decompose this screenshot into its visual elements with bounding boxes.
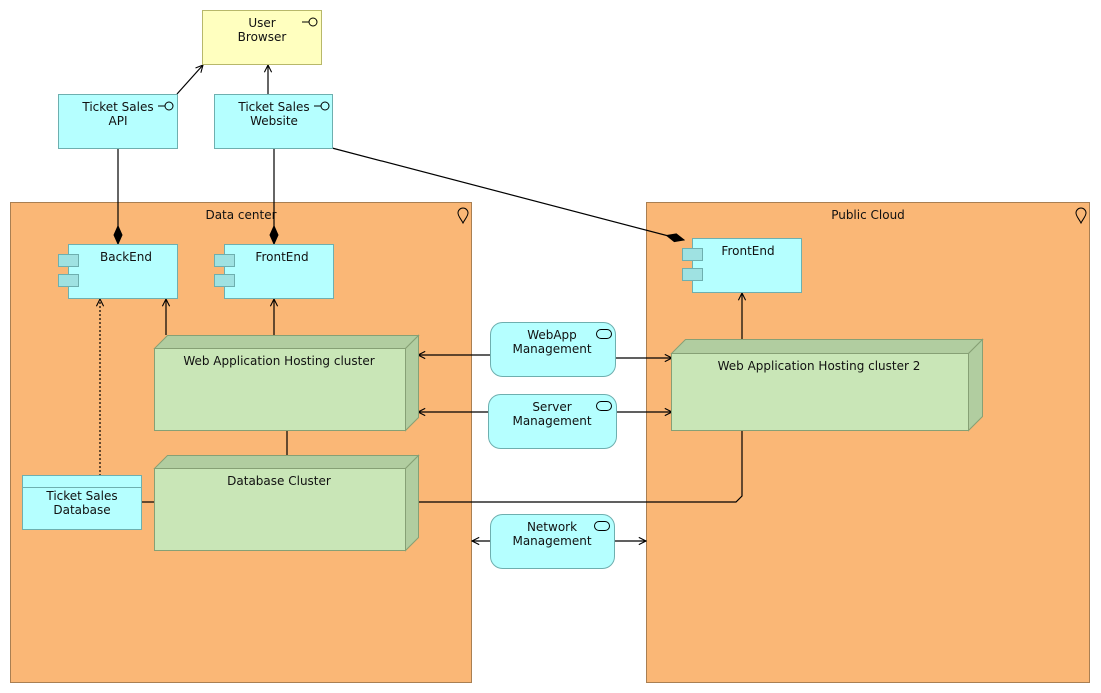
application-interface-ticket-sales-api[interactable]: Ticket Sales API [58,94,178,149]
node-web-application-hosting-cluster[interactable]: Web Application Hosting cluster [153,334,420,432]
edge-api-to-browser[interactable] [176,65,203,95]
location-data-center-label: Data center [205,208,276,222]
component-dc-frontend[interactable]: FrontEnd [214,244,334,299]
website-label-line2: Website [250,114,298,128]
webapp-mgmt-label-line2: Management [512,342,591,356]
web-cluster-label: Web Application Hosting cluster [183,354,374,368]
dc-frontend-label: FrontEnd [255,250,308,264]
architecture-diagram: Data center Public Cloud User Browser Ti… [10,10,1090,683]
technology-service-server-management[interactable]: Server Management [488,394,617,449]
api-label-line2: API [109,114,128,128]
business-interface-user-browser[interactable]: User Browser [202,10,322,65]
component-pc-frontend[interactable]: FrontEnd [682,238,802,293]
technology-service-webapp-management[interactable]: WebApp Management [490,322,616,377]
web-cluster-2-label: Web Application Hosting cluster 2 [718,359,921,373]
user-browser-label-line2: Browser [238,30,287,44]
server-mgmt-label-line1: Server [532,400,571,414]
application-interface-ticket-sales-website[interactable]: Ticket Sales Website [214,94,333,149]
ticket-db-label-line1: Ticket Sales [45,489,117,503]
website-label-line1: Ticket Sales [237,100,309,114]
node-web-application-hosting-cluster-2[interactable]: Web Application Hosting cluster 2 [670,338,984,432]
db-cluster-label: Database Cluster [227,474,331,488]
network-mgmt-label-line1: Network [527,520,577,534]
api-label-line1: Ticket Sales [81,100,153,114]
data-object-ticket-sales-database[interactable]: Ticket Sales Database [22,475,142,530]
server-mgmt-label-line2: Management [512,414,591,428]
location-public-cloud-label: Public Cloud [831,208,905,222]
user-browser-label-line1: User [248,16,275,30]
dc-backend-label: BackEnd [100,250,152,264]
ticket-db-label-line2: Database [53,503,110,517]
technology-service-network-management[interactable]: Network Management [490,514,615,569]
network-mgmt-label-line2: Management [512,534,591,548]
webapp-mgmt-label-line1: WebApp [527,328,577,342]
node-database-cluster[interactable]: Database Cluster [153,454,420,552]
pc-frontend-label: FrontEnd [721,244,774,258]
component-dc-backend[interactable]: BackEnd [58,244,178,299]
